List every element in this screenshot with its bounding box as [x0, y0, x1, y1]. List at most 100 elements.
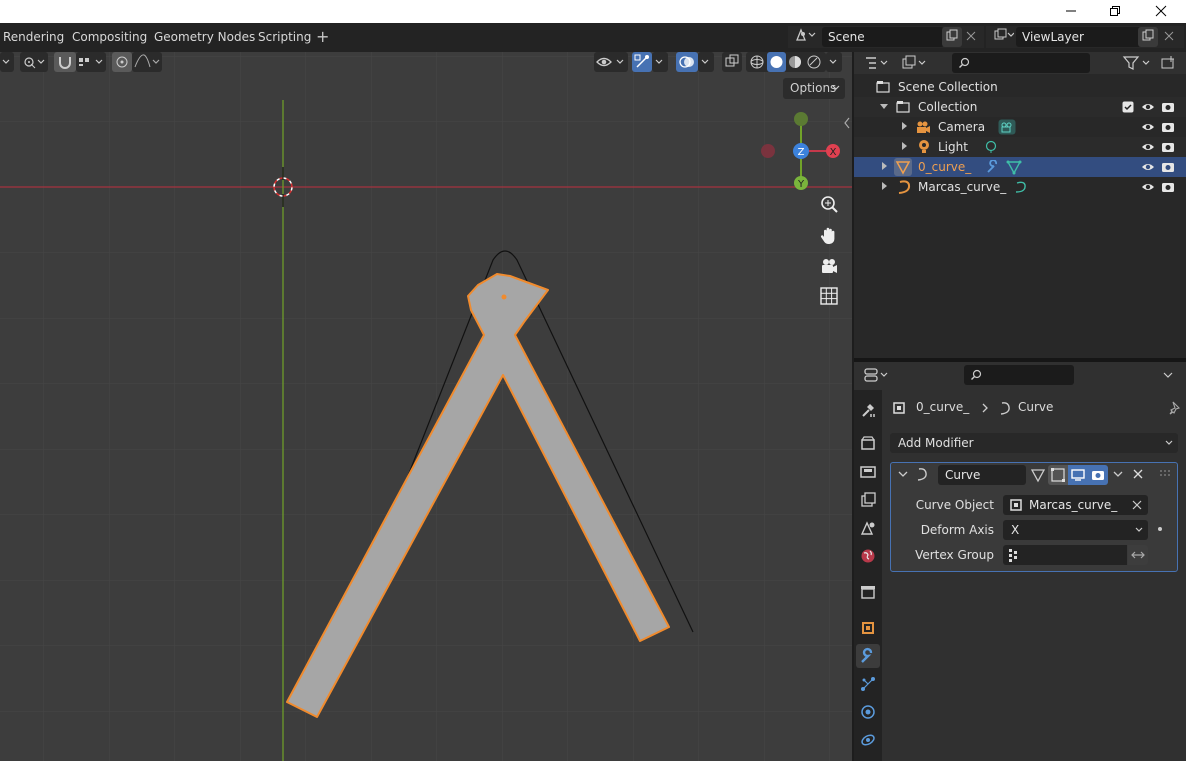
camera-render-icon[interactable] [1161, 140, 1175, 154]
solid-shading-button[interactable] [767, 52, 786, 72]
gizmo-dropdown[interactable] [652, 52, 668, 72]
tab-world[interactable] [856, 544, 880, 568]
shading-dropdown[interactable] [826, 52, 842, 72]
expand-icon[interactable] [902, 142, 907, 150]
light-data-icon[interactable] [984, 140, 998, 154]
tab-geometry-nodes[interactable]: Geometry Nodes [154, 30, 255, 44]
expand-icon[interactable] [882, 162, 887, 170]
material-shading-icon[interactable] [786, 52, 804, 72]
tab-physics[interactable] [856, 700, 880, 724]
camera-render-icon[interactable] [1161, 160, 1175, 174]
eye-icon[interactable] [1141, 140, 1155, 154]
transform-orientation-dropdown[interactable] [0, 52, 14, 72]
checkbox-checked-icon[interactable] [1122, 101, 1134, 113]
proportional-falloff-dropdown[interactable] [132, 52, 162, 72]
close-icon[interactable] [1133, 469, 1143, 479]
collapse-chevron-icon[interactable] [897, 469, 909, 479]
scene-browse-button[interactable] [790, 27, 820, 49]
deform-axis-dropdown[interactable]: X [1003, 520, 1148, 540]
tab-view-layer[interactable] [856, 488, 880, 512]
pivot-point-dropdown[interactable] [20, 52, 48, 72]
outliner-row-0-curve[interactable]: 0_curve_ [854, 157, 1186, 177]
properties-search-input[interactable] [964, 365, 1074, 385]
tab-object[interactable] [856, 616, 880, 640]
tab-scripting[interactable]: Scripting [258, 30, 311, 44]
edit-mode-on-cage-icon[interactable] [1030, 467, 1046, 483]
zoom-button[interactable] [817, 193, 841, 217]
new-view-layer-button[interactable] [1138, 27, 1158, 47]
outliner-row-camera[interactable]: Camera [854, 117, 1186, 137]
pin-icon[interactable] [1168, 400, 1182, 416]
eye-icon[interactable] [1141, 160, 1155, 174]
camera-view-button[interactable] [817, 255, 841, 279]
properties-options-dropdown[interactable] [1156, 365, 1180, 391]
wireframe-shading-icon[interactable] [748, 52, 766, 72]
restore-button[interactable] [1092, 0, 1138, 23]
object-origin-icon[interactable] [501, 294, 507, 300]
pan-button[interactable] [817, 224, 841, 248]
visibility-selectability-dropdown[interactable] [594, 52, 628, 72]
eye-icon[interactable] [1141, 120, 1155, 134]
camera-data-icon[interactable] [998, 119, 1016, 135]
tab-rendering[interactable]: Rendering [3, 30, 64, 44]
scene-name-field[interactable]: Scene [822, 27, 944, 47]
view-layer-name-field[interactable]: ViewLayer [1016, 27, 1144, 47]
eye-icon[interactable] [1141, 180, 1155, 194]
clear-icon[interactable] [1132, 500, 1142, 510]
camera-render-icon[interactable] [1161, 180, 1175, 194]
options-dropdown[interactable]: Options [783, 78, 845, 99]
proportional-edit-toggle[interactable] [112, 52, 132, 72]
edit-mode-toggle[interactable] [1048, 465, 1068, 485]
perspective-toggle-button[interactable] [817, 284, 841, 308]
new-collection-button[interactable] [1158, 53, 1178, 79]
drag-handle-icon[interactable] [1159, 469, 1173, 479]
display-mode-dropdown[interactable] [900, 53, 930, 79]
close-window-button[interactable] [1138, 0, 1184, 23]
filter-dropdown[interactable] [1120, 53, 1154, 79]
outliner-row-light[interactable]: Light [854, 137, 1186, 157]
gizmo-toggle[interactable] [632, 52, 652, 72]
delete-view-layer-button[interactable] [1160, 27, 1178, 47]
tab-scene[interactable] [856, 516, 880, 540]
outliner-search-input[interactable] [952, 53, 1090, 73]
tab-modifiers[interactable] [856, 644, 880, 668]
minimize-button[interactable] [1048, 0, 1094, 23]
expand-icon[interactable] [882, 182, 887, 190]
overlays-toggle[interactable] [676, 52, 698, 72]
tab-constraints[interactable] [856, 728, 880, 752]
vertex-group-field[interactable] [1003, 545, 1127, 565]
modifier-name-field[interactable]: Curve [938, 465, 1026, 485]
outliner-row-scene-collection[interactable]: Scene Collection [854, 77, 1186, 97]
wrench-icon[interactable] [986, 160, 1000, 174]
keyframe-dot-icon[interactable] [1157, 526, 1163, 532]
new-scene-button[interactable] [942, 27, 962, 47]
rendered-shading-icon[interactable] [805, 52, 823, 72]
camera-render-icon[interactable] [1161, 100, 1175, 114]
tab-render[interactable] [856, 432, 880, 456]
snap-toggle[interactable] [54, 52, 76, 72]
xray-toggle[interactable] [722, 52, 742, 72]
viewport-canvas[interactable]: Z X Y [0, 52, 852, 761]
expand-icon[interactable] [902, 122, 907, 130]
tab-collection[interactable] [856, 580, 880, 604]
tab-particles[interactable] [856, 672, 880, 696]
editor-type-dropdown[interactable] [862, 53, 892, 79]
tab-tool[interactable] [856, 398, 880, 422]
collapse-icon[interactable] [880, 104, 888, 109]
add-modifier-dropdown[interactable]: Add Modifier [890, 433, 1178, 453]
mesh-data-icon[interactable] [1006, 159, 1022, 175]
tab-output[interactable] [856, 460, 880, 484]
sidebar-toggle-icon[interactable] [842, 116, 852, 130]
3d-viewport[interactable]: Z X Y Options [0, 52, 852, 761]
snap-target-dropdown[interactable] [76, 52, 106, 72]
outliner-row-collection[interactable]: Collection [854, 97, 1186, 117]
render-toggle[interactable] [1088, 465, 1108, 485]
eye-icon[interactable] [1141, 100, 1155, 114]
camera-render-icon[interactable] [1161, 120, 1175, 134]
add-workspace-button[interactable]: + [316, 27, 330, 47]
realtime-toggle[interactable] [1068, 465, 1088, 485]
chevron-down-icon[interactable] [1112, 469, 1124, 479]
overlays-dropdown[interactable] [698, 52, 714, 72]
delete-scene-button[interactable] [962, 27, 980, 47]
outliner-row-marcas-curve[interactable]: Marcas_curve_ [854, 177, 1186, 197]
